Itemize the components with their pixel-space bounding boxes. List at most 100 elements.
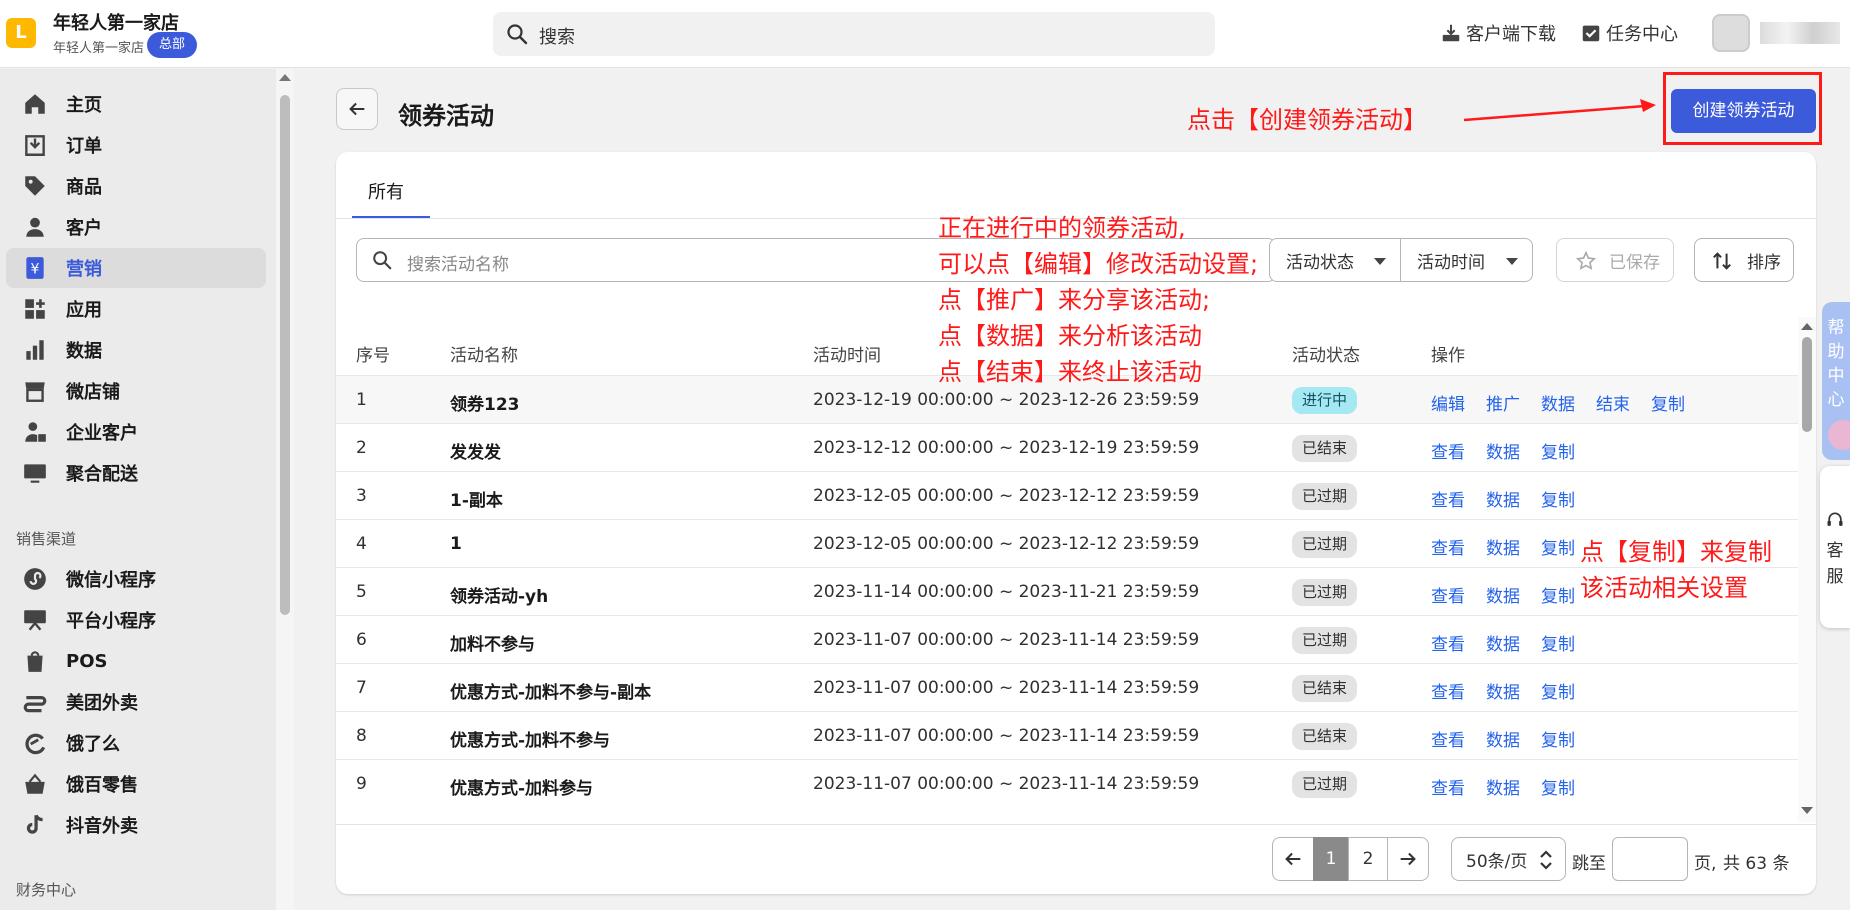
sort-button[interactable]: 排序	[1694, 238, 1794, 282]
page-size-select[interactable]: 50条/页	[1451, 837, 1566, 881]
sidebar-item-data[interactable]: 数据	[6, 330, 266, 370]
sidebar-item-pos[interactable]: POS	[6, 641, 266, 681]
time-filter-dropdown[interactable]: 活动时间	[1400, 238, 1533, 282]
prev-page-button[interactable]	[1272, 837, 1314, 881]
saved-button[interactable]: 已保存	[1556, 238, 1674, 282]
sidebar-item-meituan[interactable]: 美团外卖	[6, 682, 266, 722]
create-coupon-activity-button[interactable]: 创建领券活动	[1671, 89, 1816, 133]
sidebar-item-eleme[interactable]: 饿了么	[6, 723, 266, 763]
data-link[interactable]: 数据	[1486, 486, 1520, 511]
sidebar-item-label: 营销	[66, 259, 102, 280]
table-row[interactable]: 4 1 2023-12-05 00:00:00 ~ 2023-12-12 23:…	[336, 519, 1798, 567]
sidebar-item-microstore[interactable]: 微店铺	[6, 371, 266, 411]
sidebar-item-products[interactable]: 商品	[6, 166, 266, 206]
table-row[interactable]: 8 优惠方式-加料不参与 2023-11-07 00:00:00 ~ 2023-…	[336, 711, 1798, 759]
table-row[interactable]: 6 加料不参与 2023-11-07 00:00:00 ~ 2023-11-14…	[336, 615, 1798, 663]
row-time: 2023-11-07 00:00:00 ~ 2023-11-14 23:59:5…	[813, 630, 1200, 650]
data-link[interactable]: 数据	[1486, 438, 1520, 463]
table-scroll-thumb[interactable]	[1802, 337, 1812, 432]
next-page-button[interactable]	[1387, 837, 1429, 881]
row-no: 9	[356, 774, 367, 794]
view-link[interactable]: 查看	[1431, 582, 1465, 607]
data-link[interactable]: 数据	[1486, 774, 1520, 799]
data-link[interactable]: 数据	[1486, 726, 1520, 751]
status-badge: 已结束	[1292, 435, 1358, 462]
view-link[interactable]: 查看	[1431, 438, 1465, 463]
view-link[interactable]: 查看	[1431, 678, 1465, 703]
table-row[interactable]: 3 1-副本 2023-12-05 00:00:00 ~ 2023-12-12 …	[336, 471, 1798, 519]
sidebar-item-customers[interactable]: 客户	[6, 207, 266, 247]
copy-link[interactable]: 复制	[1541, 486, 1575, 511]
task-center-link[interactable]: 任务中心	[1580, 20, 1678, 46]
view-link[interactable]: 查看	[1431, 726, 1465, 751]
col-header-actions: 操作	[1431, 346, 1465, 366]
sidebar-item-enterprise[interactable]: 企业客户	[6, 412, 266, 452]
sidebar-item-platform-miniapp[interactable]: 平台小程序	[6, 600, 266, 640]
promote-link[interactable]: 推广	[1486, 390, 1520, 415]
page-button-1[interactable]: 1	[1313, 837, 1349, 881]
sidebar-item-home[interactable]: 主页	[6, 84, 266, 124]
sidebar-item-label: 数据	[66, 341, 102, 362]
jump-page-input[interactable]	[1612, 837, 1688, 881]
sidebar-item-marketing[interactable]: ¥ 营销	[6, 248, 266, 288]
back-button[interactable]	[336, 88, 378, 130]
download-client-link[interactable]: 客户端下载	[1440, 20, 1556, 46]
sidebar-item-wechat-miniapp[interactable]: 微信小程序	[6, 559, 266, 599]
status-filter-label: 活动状态	[1286, 252, 1354, 273]
sidebar-item-ebai[interactable]: 饿百零售	[6, 764, 266, 804]
sidebar-item-orders[interactable]: 订单	[6, 125, 266, 165]
view-link[interactable]: 查看	[1431, 486, 1465, 511]
view-link[interactable]: 查看	[1431, 774, 1465, 799]
scroll-up-icon[interactable]	[1801, 323, 1813, 330]
copy-link[interactable]: 复制	[1541, 630, 1575, 655]
sidebar-item-douyin[interactable]: 抖音外卖	[6, 805, 266, 845]
table-scrollbar[interactable]	[1798, 317, 1816, 822]
annotation-line: 点【结束】来终止该活动	[938, 358, 1202, 386]
person-icon	[26, 217, 44, 237]
row-name: 发发发	[450, 443, 501, 463]
sidebar-item-delivery[interactable]: 聚合配送	[6, 453, 266, 493]
view-link[interactable]: 查看	[1431, 630, 1465, 655]
data-link[interactable]: 数据	[1486, 582, 1520, 607]
table-row[interactable]: 9 优惠方式-加料参与 2023-11-07 00:00:00 ~ 2023-1…	[336, 759, 1798, 807]
copy-link[interactable]: 复制	[1541, 726, 1575, 751]
copy-link[interactable]: 复制	[1541, 438, 1575, 463]
status-badge: 已过期	[1292, 627, 1358, 654]
copy-link[interactable]: 复制	[1541, 534, 1575, 559]
sidebar-scroll-up-icon[interactable]	[279, 74, 291, 81]
scroll-down-icon[interactable]	[1801, 807, 1813, 814]
data-link[interactable]: 数据	[1486, 678, 1520, 703]
help-avatar-icon[interactable]	[1828, 420, 1850, 450]
table-row[interactable]: 2 发发发 2023-12-12 00:00:00 ~ 2023-12-19 2…	[336, 423, 1798, 471]
edit-link[interactable]: 编辑	[1431, 390, 1465, 415]
copy-link[interactable]: 复制	[1651, 390, 1685, 415]
customer-service-tab[interactable]: 客服	[1820, 466, 1850, 628]
sidebar-item-label: 订单	[66, 136, 102, 157]
annotation-copy-hint: 点【复制】来复制 该活动相关设置	[1580, 534, 1772, 606]
global-search-input[interactable]: 搜索	[493, 12, 1215, 56]
table-row[interactable]: 7 优惠方式-加料不参与-副本 2023-11-07 00:00:00 ~ 20…	[336, 663, 1798, 711]
data-link[interactable]: 数据	[1486, 630, 1520, 655]
status-filter-dropdown[interactable]: 活动状态	[1269, 238, 1401, 282]
row-time: 2023-11-07 00:00:00 ~ 2023-11-14 23:59:5…	[813, 726, 1200, 746]
page-button-2[interactable]: 2	[1348, 837, 1388, 881]
table-row[interactable]: 5 领券活动-yh 2023-11-14 00:00:00 ~ 2023-11-…	[336, 567, 1798, 615]
bar-chart-icon	[26, 340, 44, 360]
sidebar-scroll-thumb[interactable]	[280, 95, 290, 615]
data-link[interactable]: 数据	[1486, 534, 1520, 559]
row-time: 2023-11-07 00:00:00 ~ 2023-11-14 23:59:5…	[813, 774, 1200, 794]
copy-link[interactable]: 复制	[1541, 678, 1575, 703]
sidebar-item-apps[interactable]: 应用	[6, 289, 266, 329]
search-icon	[507, 24, 528, 45]
sort-select-icon	[1540, 850, 1552, 870]
view-link[interactable]: 查看	[1431, 534, 1465, 559]
store-logo[interactable]: L	[6, 18, 36, 48]
end-link[interactable]: 结束	[1596, 390, 1630, 415]
sidebar-item-label: 商品	[66, 177, 102, 198]
sidebar: 主页 订单 商品 客户 ¥ 营销 应用 数据 微店铺 企业客户 聚合配送 销售渠…	[0, 69, 276, 910]
copy-link[interactable]: 复制	[1541, 582, 1575, 607]
user-name-blurred[interactable]	[1760, 22, 1840, 44]
copy-link[interactable]: 复制	[1541, 774, 1575, 799]
data-link[interactable]: 数据	[1541, 390, 1575, 415]
user-avatar[interactable]	[1712, 14, 1750, 52]
